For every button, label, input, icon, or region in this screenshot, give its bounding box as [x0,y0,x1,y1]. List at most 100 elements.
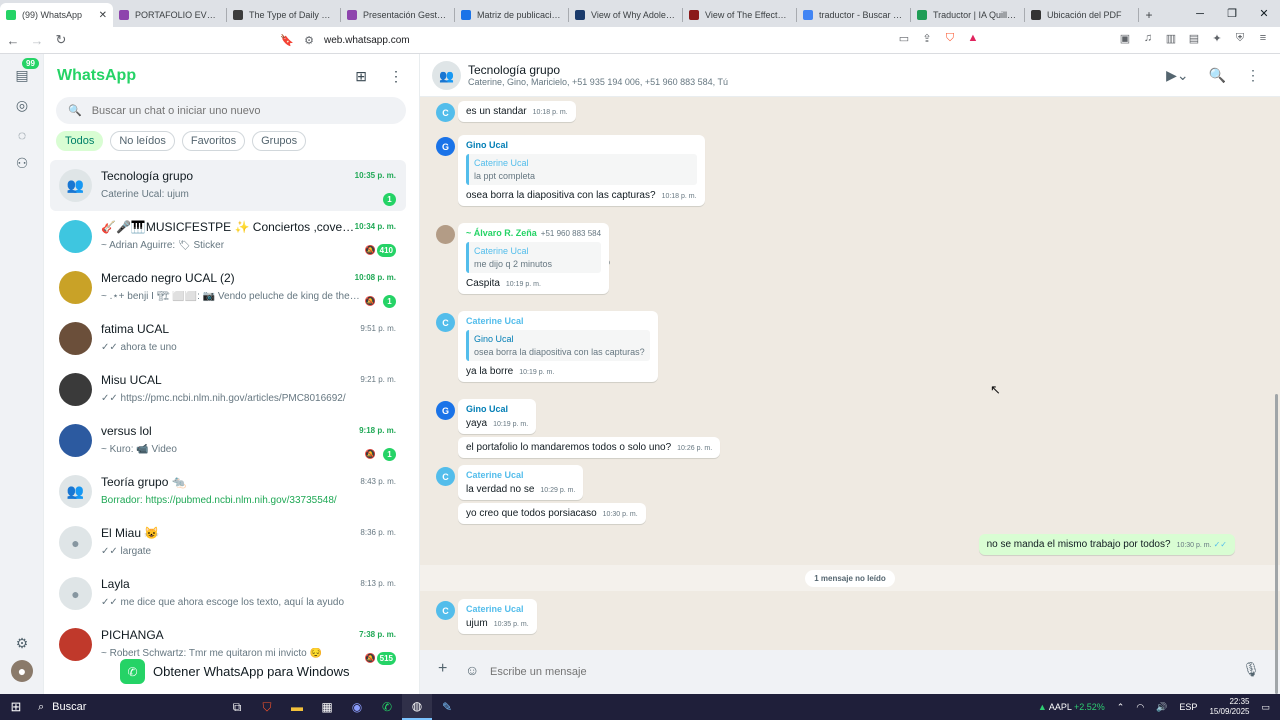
windows-start-icon[interactable]: ⊞ [0,694,32,720]
minimize-icon[interactable]: ─ [1184,0,1216,27]
chat-list-item[interactable]: Misu UCAL 9:21 p. m. ✓✓ https://pmc.ncbi.n… [50,364,406,415]
tab-search-icon[interactable]: ▣ [1118,31,1132,45]
chrome-icon[interactable]: ◍ [402,694,432,720]
incoming-message[interactable]: Gino Ucal Caterine Ucal la ppt completa ose… [458,135,705,206]
forward-icon[interactable]: → [26,29,48,51]
chat-list-item[interactable]: 👥 Teoría grupo 🐀 8:43 p. m. Borrador: https… [50,466,406,517]
stock-widget[interactable]: ▲ AAPL +2.52% [1038,702,1105,712]
taskbar-search[interactable]: ⌕ Buscar [32,694,222,720]
vpn-icon[interactable]: ⛨ [1233,31,1247,45]
incoming-message[interactable]: es un standar 10:18 p. m. [458,101,576,122]
chat-list-item[interactable]: ● Layla 8:13 p. m. ✓✓ me dice que ahora esc… [50,568,406,619]
browser-tab[interactable]: The Type of Daily Life [227,3,340,27]
cast-icon[interactable]: ▭ [897,31,911,45]
incoming-message[interactable]: Gino Ucal yaya 10:19 p. m. [458,399,537,434]
tab-close-icon[interactable]: ✕ [99,10,107,21]
share-icon[interactable]: ⇪ [920,31,934,45]
quoted-message[interactable]: Caterine Ucal me dijo q 2 minutos [466,242,602,273]
message-sender[interactable]: Caterine Ucal [466,470,575,480]
message-sender[interactable]: Gino Ucal [466,404,528,414]
filter-chip[interactable]: No leídos [110,131,175,151]
conversation-menu-icon[interactable]: ⋮ [1246,67,1260,84]
whatsapp-taskbar-icon[interactable]: ✆ [372,694,402,720]
conversation-header[interactable]: 👥 Tecnología grupo Caterine, Gino, Maric… [420,54,1280,97]
video-call-icon[interactable]: ▶⌄ [1166,67,1189,84]
site-info-icon[interactable]: ⚙ [302,34,316,48]
browser-tab[interactable]: Ubicación del PDF [1025,3,1138,27]
wifi-icon[interactable]: ◠ [1136,702,1144,713]
get-app-banner[interactable]: ✆ Obtener WhatsApp para Windows [120,659,350,684]
message-sender[interactable]: ~ Álvaro R. Zeña +51 960 883 584 [466,228,601,238]
message-sender[interactable]: Caterine Ucal [466,604,529,614]
chat-scrollbar[interactable] [1275,394,1278,694]
browser-tab[interactable]: Matriz de publicacione [455,3,568,27]
message-sender[interactable]: Gino Ucal [466,140,697,150]
status-icon[interactable]: ◎ [11,94,33,116]
conversation-title[interactable]: Tecnología grupo [468,63,560,77]
language-indicator[interactable]: ESP [1179,702,1197,712]
browser-tab[interactable]: View of Why Adolesce [569,3,682,27]
get-app-text[interactable]: Obtener WhatsApp para Windows [153,664,350,679]
chat-search[interactable]: 🔍 [56,97,406,124]
browser-tab[interactable]: PORTAFOLIO EV1 - Pre [113,3,226,27]
browser-tab[interactable]: View of The Effects of [683,3,796,27]
notifications-icon[interactable]: ▭ [1261,702,1270,713]
url-box[interactable]: 🔖 ⚙ web.whatsapp.com [280,31,920,50]
incoming-message[interactable]: el portafolio lo mandaremos todos o solo… [458,437,721,458]
leo-ai-icon[interactable]: ✦ [1210,31,1224,45]
filter-chip[interactable]: Favoritos [181,131,246,151]
browser-tab[interactable]: traductor - Buscar con [797,3,910,27]
settings-icon[interactable]: ⚙ [11,632,33,654]
chat-list-item[interactable]: ● El Miau 😺 8:36 p. m. ✓✓ largate [50,517,406,568]
menu-icon[interactable]: ≡ [1256,31,1270,45]
incoming-message[interactable]: Caterine Ucal Gino Ucal osea borra la diap… [458,311,658,382]
clock[interactable]: 22:35 15/09/2025 [1209,697,1249,717]
message-sender[interactable]: Caterine Ucal [466,316,650,326]
search-messages-icon[interactable]: 🔍 [1209,67,1226,84]
attach-icon[interactable]: + [438,660,447,678]
group-avatar[interactable]: 👥 [432,61,461,90]
sidebar-toggle-icon[interactable]: ▥ [1164,31,1178,45]
volume-icon[interactable]: 🔊 [1156,702,1167,713]
task-view-icon[interactable]: ⧉ [222,694,252,720]
close-window-icon[interactable]: ✕ [1248,0,1280,27]
filter-chip[interactable]: Todos [56,131,104,151]
file-explorer-icon[interactable]: ▬ [282,694,312,720]
browser-tab[interactable]: (99) WhatsApp ✕ [0,3,113,27]
emoji-icon[interactable]: ☺ [465,662,479,678]
search-input[interactable] [91,104,392,117]
app-icon[interactable]: ▦ [312,694,342,720]
chat-list-item[interactable]: 🎸🎤🎹MUSICFESTPE ✨ Conciertos ,covers naci… [50,211,406,262]
outgoing-message[interactable]: no se manda el mismo trabajo por todos? 1… [978,534,1235,555]
chat-list-item[interactable]: fatima UCAL 9:51 p. m. ✓✓ ahora te uno [50,313,406,364]
quoted-message[interactable]: Caterine Ucal la ppt completa [466,154,697,185]
browser-tab[interactable]: Traductor | IA QuillBot [911,3,1024,27]
incoming-message[interactable]: Caterine Ucal ujum 10:35 p. m. [458,599,537,634]
tray-chevron-icon[interactable]: ⌃ [1117,702,1125,713]
profile-avatar[interactable]: ● [11,660,33,682]
new-chat-icon[interactable]: ⊞ [355,68,367,85]
bookmark-icon[interactable]: 🔖 [280,34,294,48]
brave-shield-icon[interactable]: ⛉ [943,31,957,45]
media-icon[interactable]: ♫ [1141,31,1155,45]
brave-browser-icon[interactable]: ⛉ [252,694,282,720]
channels-icon[interactable]: ◌ [11,124,33,146]
microphone-icon[interactable]: 🎙 [1242,661,1260,678]
incoming-message[interactable]: Caterine Ucal la verdad no se 10:29 p. m. [458,465,584,500]
back-icon[interactable]: ← [2,29,24,51]
quoted-message[interactable]: Gino Ucal osea borra la diapositiva con l… [466,330,650,361]
wallet-icon[interactable]: ▤ [1187,31,1201,45]
chat-list-item[interactable]: Mercado negro UCAL (2) 10:08 p. m. ~ .⋆+ b… [50,262,406,313]
discord-icon[interactable]: ◉ [342,694,372,720]
rewards-icon[interactable]: ▲ [966,31,980,45]
filter-chip[interactable]: Grupos [252,131,307,151]
url-text[interactable]: web.whatsapp.com [324,35,410,46]
new-tab-icon[interactable]: + [1139,3,1159,27]
message-input[interactable] [480,657,1240,687]
incoming-message[interactable]: yo creo que todos porsiacaso 10:30 p. m. [458,503,646,524]
chat-list-item[interactable]: versus lol 9:18 p. m. ~ Kuro: 📹 Video 🔕 1 [50,415,406,466]
restore-icon[interactable]: ❐ [1216,0,1248,27]
more-options-icon[interactable]: ⋮ [389,68,403,85]
notes-icon[interactable]: ✎ [432,694,462,720]
communities-icon[interactable]: ⚇ [11,152,33,174]
